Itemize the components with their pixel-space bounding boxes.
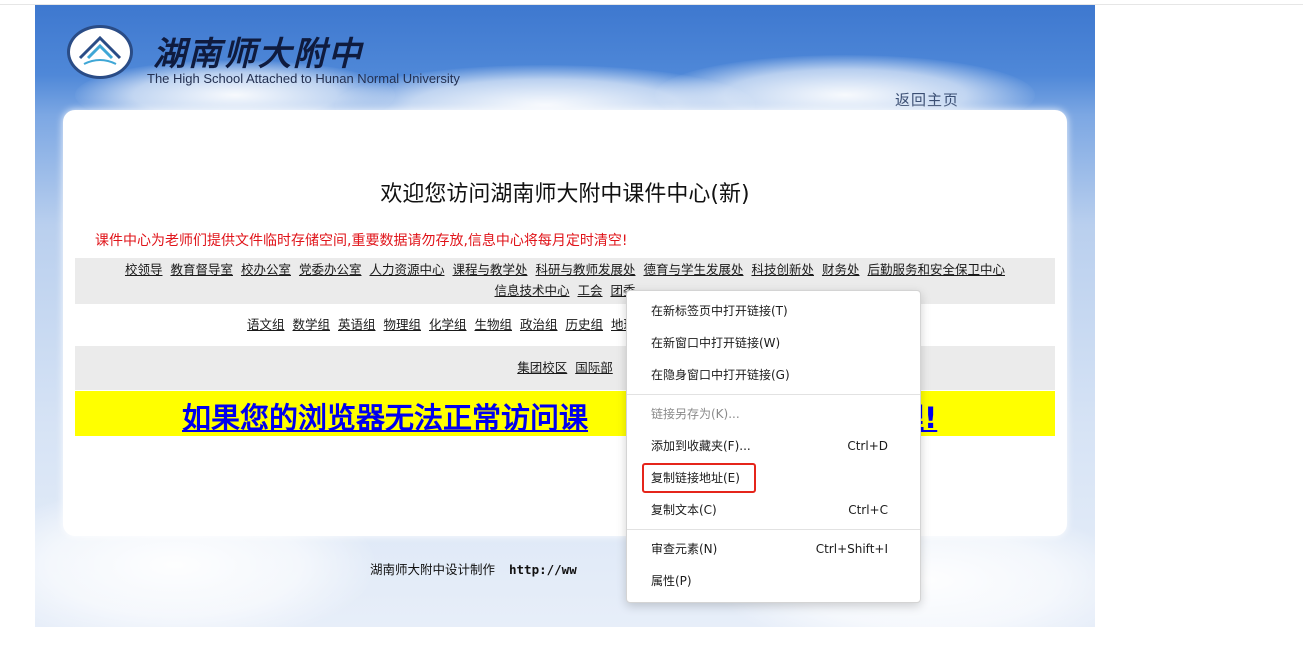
department-nav-row: 校领导 教育督导室 校办公室 党委办公室 人力资源中心 课程与教学处 科研与教师… — [75, 259, 1055, 280]
menu-item-inspect-element[interactable]: 审查元素(N) Ctrl+Shift+I — [627, 535, 920, 563]
highlight-box — [642, 463, 756, 493]
menu-item-label: 属性(P) — [651, 574, 692, 588]
menu-item-open-new-tab[interactable]: 在新标签页中打开链接(T) — [627, 297, 920, 325]
nav-link-campus[interactable]: 国际部 — [575, 360, 613, 375]
context-menu: 在新标签页中打开链接(T) 在新窗口中打开链接(W) 在隐身窗口中打开链接(G)… — [626, 290, 921, 603]
nav-link-subject[interactable]: 生物组 — [475, 317, 513, 332]
browser-notice-text: 如果您的浏览器无法正常访问课 — [182, 401, 589, 435]
nav-link-department[interactable]: 科技创新处 — [751, 262, 814, 277]
menu-item-open-new-window[interactable]: 在新窗口中打开链接(W) — [627, 329, 920, 357]
menu-item-add-favorite[interactable]: 添加到收藏夹(F)... Ctrl+D — [627, 432, 920, 460]
nav-link-subject[interactable]: 历史组 — [566, 317, 604, 332]
nav-link-department[interactable]: 人力资源中心 — [369, 262, 444, 277]
menu-item-label: 在新标签页中打开链接(T) — [651, 304, 788, 318]
storage-notice: 课件中心为老师们提供文件临时存储空间,重要数据请勿存放,信息中心将每月定时清空! — [95, 233, 628, 249]
menu-item-label: 复制文本(C) — [651, 503, 717, 517]
menu-separator — [627, 394, 920, 395]
page-background: 湖南师大附中 The High School Attached to Hunan… — [35, 5, 1095, 627]
menu-item-shortcut: Ctrl+D — [847, 439, 888, 453]
menu-item-shortcut: Ctrl+Shift+I — [815, 542, 888, 556]
nav-link-department[interactable]: 工会 — [577, 283, 602, 298]
menu-item-copy-text[interactable]: 复制文本(C) Ctrl+C — [627, 496, 920, 524]
menu-item-properties[interactable]: 属性(P) — [627, 567, 920, 595]
nav-link-department[interactable]: 课程与教学处 — [452, 262, 527, 277]
menu-item-label: 在隐身窗口中打开链接(G) — [651, 368, 790, 382]
footer-credit: 湖南师大附中设计制作 — [370, 562, 496, 577]
nav-link-department[interactable]: 教育督导室 — [170, 262, 233, 277]
nav-link-subject[interactable]: 数学组 — [293, 317, 331, 332]
footer-url[interactable]: http://ww — [509, 562, 577, 577]
nav-link-subject[interactable]: 化学组 — [429, 317, 467, 332]
nav-link-subject[interactable]: 语文组 — [247, 317, 285, 332]
menu-item-label: 在新窗口中打开链接(W) — [651, 336, 781, 350]
menu-item-label: 审查元素(N) — [651, 542, 718, 556]
nav-link-department[interactable]: 党委办公室 — [299, 262, 362, 277]
page-footer: 湖南师大附中设计制作 http://ww — [370, 559, 577, 578]
nav-link-campus[interactable]: 集团校区 — [517, 360, 567, 375]
nav-link-department[interactable]: 德育与学生发展处 — [643, 262, 743, 277]
school-name-english: The High School Attached to Hunan Normal… — [147, 71, 460, 86]
menu-item-label: 添加到收藏夹(F)... — [651, 439, 751, 453]
nav-link-department[interactable]: 校领导 — [125, 262, 163, 277]
nav-link-subject[interactable]: 物理组 — [384, 317, 422, 332]
menu-item-save-link-as: 链接另存为(K)... — [627, 400, 920, 428]
nav-link-department[interactable]: 信息技术中心 — [494, 283, 569, 298]
menu-separator — [627, 529, 920, 530]
menu-item-shortcut: Ctrl+C — [848, 503, 888, 517]
menu-item-open-incognito[interactable]: 在隐身窗口中打开链接(G) — [627, 361, 920, 389]
welcome-title: 欢迎您访问湖南师大附中课件中心(新) — [380, 182, 750, 207]
nav-link-department[interactable]: 后勤服务和安全保卫中心 — [867, 262, 1005, 277]
school-logo — [67, 25, 133, 79]
menu-item-label: 链接另存为(K)... — [651, 407, 740, 421]
back-home-link[interactable]: 返回主页 — [895, 89, 959, 110]
school-name-logotype: 湖南师大附中 — [153, 34, 363, 73]
school-logo-icon — [78, 35, 122, 65]
nav-link-department[interactable]: 财务处 — [822, 262, 860, 277]
nav-link-department[interactable]: 校办公室 — [241, 262, 291, 277]
nav-link-department[interactable]: 科研与教师发展处 — [535, 262, 635, 277]
nav-link-subject[interactable]: 政治组 — [520, 317, 558, 332]
nav-link-subject[interactable]: 英语组 — [338, 317, 376, 332]
